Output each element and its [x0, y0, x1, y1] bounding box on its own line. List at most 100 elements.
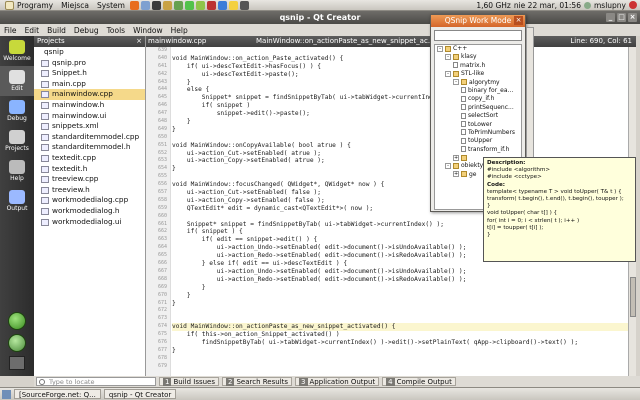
tree-node[interactable]: ToPrimNumbers	[435, 129, 521, 137]
project-file-item[interactable]: Snippet.h	[34, 68, 145, 79]
mode-help[interactable]: Help	[0, 156, 34, 186]
code-line: }	[172, 78, 191, 86]
app4-launcher-icon[interactable]	[239, 0, 249, 10]
projects-header[interactable]: Projects ×	[34, 36, 145, 47]
menu-build[interactable]: Build	[43, 26, 70, 35]
mode-projects[interactable]: Projects	[0, 126, 34, 156]
tree-node[interactable]: binary for_ea...	[435, 87, 521, 95]
tree-node[interactable]: selectSort	[435, 112, 521, 120]
locator-input[interactable]: Type to locate	[36, 377, 156, 386]
minimize-button[interactable]: _	[606, 13, 615, 22]
output-tab-application-output[interactable]: 3 Application Output	[295, 377, 380, 386]
expand-toggle-icon[interactable]: +	[453, 171, 459, 178]
expand-toggle-icon[interactable]: +	[453, 154, 459, 161]
project-file-item[interactable]: snippets.xml	[34, 121, 145, 132]
system-menu[interactable]: System	[93, 1, 129, 10]
mail-launcher-icon[interactable]	[140, 0, 150, 10]
qsnip-search-input[interactable]	[434, 30, 522, 41]
folder-icon	[461, 79, 467, 86]
tree-node[interactable]: - algorytmy	[435, 79, 521, 87]
tree-node[interactable]: toUpper	[435, 137, 521, 145]
project-file-item[interactable]: textedit.h	[34, 164, 145, 175]
project-file-item[interactable]: workmodedialog.ui	[34, 217, 145, 228]
menu-help[interactable]: Help	[167, 26, 192, 35]
close-button[interactable]: ×	[628, 13, 637, 22]
editor-launcher-icon[interactable]	[173, 0, 183, 10]
snippet-file-icon	[461, 104, 466, 111]
tree-node[interactable]: matrix.h	[435, 62, 521, 70]
user-name[interactable]: mslupny	[594, 1, 626, 10]
project-file-item[interactable]: treeview.cpp	[34, 174, 145, 185]
filemanager-launcher-icon[interactable]	[162, 0, 172, 10]
applications-menu[interactable]: Programy	[0, 0, 57, 10]
qsnip-titlebar[interactable]: QSnip Work Mode ×	[431, 15, 525, 27]
output-tab-build-issues[interactable]: 1 Build Issues	[159, 377, 220, 386]
project-file-item[interactable]: standarditemmodel.h	[34, 142, 145, 153]
places-menu[interactable]: Miejsca	[57, 1, 93, 10]
firefox-launcher-icon[interactable]	[129, 0, 139, 10]
tree-node[interactable]: toLower	[435, 121, 521, 129]
taskbar-item-qtcreator[interactable]: qsnip - Qt Creator	[103, 389, 177, 399]
debug-run-button[interactable]	[8, 334, 26, 352]
menu-tools[interactable]: Tools	[103, 26, 129, 35]
taskbar-item-browser[interactable]: [SourceForge.net: Q...	[14, 389, 101, 399]
tooltip-line: for( int i = 0; i < strlen( t ); i++ )	[487, 217, 580, 224]
tree-node[interactable]: copy_if.h	[435, 95, 521, 103]
mode-edit[interactable]: Edit	[0, 66, 34, 96]
tree-node[interactable]: - klasy	[435, 53, 521, 61]
file-name: main.cpp	[52, 78, 86, 88]
qsnip-close-button[interactable]: ×	[514, 16, 523, 25]
menu-debug[interactable]: Debug	[70, 26, 103, 35]
expand-toggle-icon[interactable]: -	[437, 45, 443, 52]
project-file-item[interactable]: mainwindow.cpp	[34, 89, 145, 100]
code-line: findSnippetByTab( ui->tabWidget->current…	[172, 338, 579, 346]
output-tab-compile-output[interactable]: 4 Compile Output	[382, 377, 456, 386]
project-file-item[interactable]: qsnip.pro	[34, 58, 145, 69]
expand-toggle-icon[interactable]: -	[445, 53, 451, 60]
mode-output[interactable]: Output	[0, 186, 34, 216]
run-button[interactable]	[8, 312, 26, 330]
tree-node[interactable]: printSequenc...	[435, 104, 521, 112]
expand-toggle-icon[interactable]: -	[453, 79, 459, 86]
clock[interactable]: nie 22 mar, 01:56	[514, 1, 581, 10]
project-file-item[interactable]: mainwindow.ui	[34, 111, 145, 122]
tooltip-line: t[i] = toupper( t[i] );	[487, 224, 544, 231]
mode-debug[interactable]: Debug	[0, 96, 34, 126]
project-file-item[interactable]: standarditemmodel.cpp	[34, 132, 145, 143]
file-combo[interactable]: mainwindow.cpp	[148, 36, 206, 47]
app3-launcher-icon[interactable]	[228, 0, 238, 10]
maximize-button[interactable]: □	[617, 13, 626, 22]
menu-edit[interactable]: Edit	[21, 26, 44, 35]
expand-toggle-icon[interactable]: -	[445, 162, 451, 169]
tree-node[interactable]: transform_if.h	[435, 146, 521, 154]
power-icon[interactable]	[629, 1, 637, 9]
chat-launcher-icon[interactable]	[184, 0, 194, 10]
project-file-item[interactable]: workmodedialog.cpp	[34, 195, 145, 206]
symbol-combo[interactable]: MainWindow::on_actionPaste_as_new_snippe…	[256, 36, 435, 47]
app-launcher-icon[interactable]	[206, 0, 216, 10]
output-tab-search-results[interactable]: 2 Search Results	[222, 377, 293, 386]
tree-node-label: printSequenc...	[468, 103, 514, 111]
line-number: 654	[157, 165, 167, 172]
project-file-item[interactable]: treeview.h	[34, 185, 145, 196]
tree-node[interactable]: - STL-like	[435, 70, 521, 78]
qt-launcher-icon[interactable]	[195, 0, 205, 10]
build-button[interactable]	[9, 356, 25, 370]
menu-window[interactable]: Window	[129, 26, 167, 35]
close-pane-icon[interactable]: ×	[136, 36, 142, 47]
scrollbar-thumb[interactable]	[630, 277, 636, 317]
tree-node[interactable]: - C++	[435, 45, 521, 53]
window-titlebar[interactable]: qsnip - Qt Creator _ □ ×	[0, 11, 640, 24]
project-root[interactable]: qsnip	[34, 47, 145, 58]
project-file-item[interactable]: main.cpp	[34, 79, 145, 90]
project-file-item[interactable]: mainwindow.h	[34, 100, 145, 111]
terminal-launcher-icon[interactable]	[151, 0, 161, 10]
mode-welcome[interactable]: Welcome	[0, 36, 34, 66]
project-file-item[interactable]: textedit.cpp	[34, 153, 145, 164]
app2-launcher-icon[interactable]	[217, 0, 227, 10]
show-desktop-icon[interactable]	[2, 389, 11, 399]
project-file-item[interactable]: workmodedialog.h	[34, 206, 145, 217]
menu-file[interactable]: File	[0, 26, 21, 35]
tree-node-label: selectSort	[468, 112, 499, 120]
expand-toggle-icon[interactable]: -	[445, 70, 451, 77]
